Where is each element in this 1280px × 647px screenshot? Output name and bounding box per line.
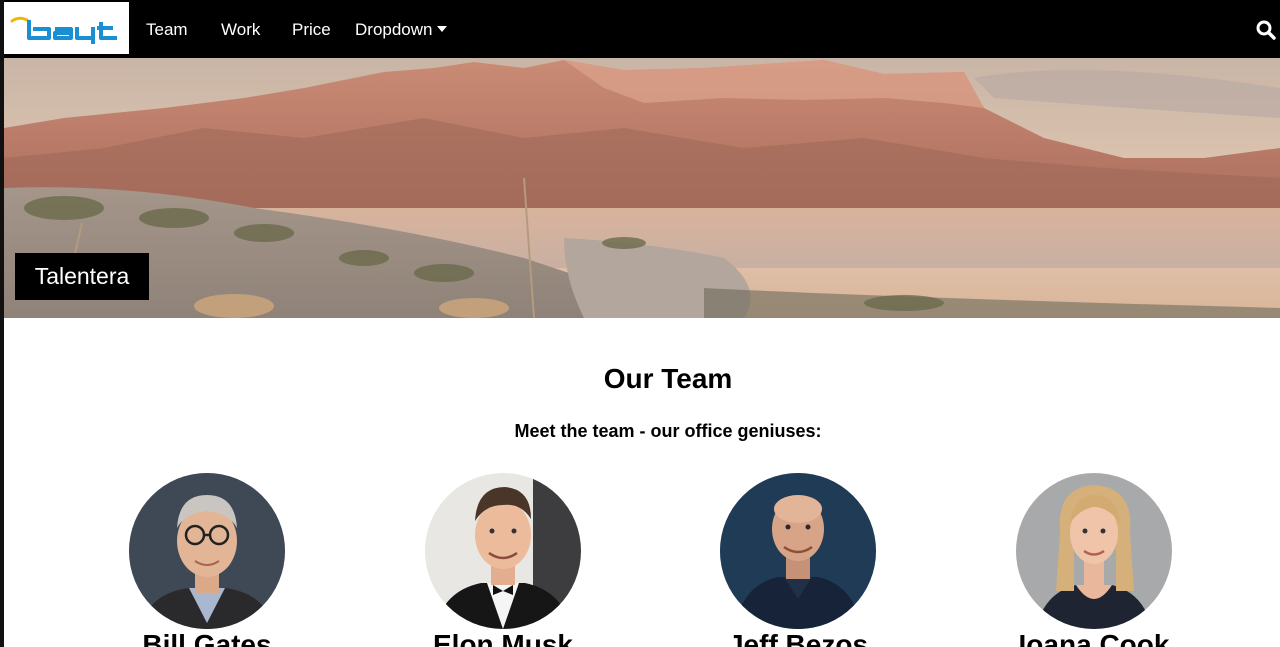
team-member-card: Ioana Cook xyxy=(1014,473,1174,647)
team-member-card: Elon Musk xyxy=(423,473,583,647)
member-name: Bill Gates xyxy=(142,629,272,647)
nav-team-link[interactable]: Team xyxy=(146,19,188,41)
nav-price-link[interactable]: Price xyxy=(292,19,331,41)
team-heading: Our Team xyxy=(603,363,733,394)
avatar xyxy=(720,473,876,629)
team-subheading: Meet the team - our office geniuses: xyxy=(514,421,822,441)
member-name: Jeff Bezos xyxy=(727,629,869,647)
window-edge xyxy=(0,0,4,647)
avatar xyxy=(129,473,285,629)
member-name: Elon Musk xyxy=(432,629,573,647)
desert-landscape-image xyxy=(4,58,1280,318)
hero-caption: Talentera xyxy=(15,253,149,300)
nav-dropdown-button[interactable]: Dropdown xyxy=(355,19,447,41)
team-member-card: Bill Gates xyxy=(127,473,287,647)
top-navbar: Team Work Price Dropdown xyxy=(0,0,1280,58)
avatar xyxy=(425,473,581,629)
page: Team Work Price Dropdown Talentera Our T… xyxy=(0,0,1280,647)
caret-down-icon xyxy=(436,26,447,32)
hero-banner xyxy=(4,58,1280,318)
team-member-card: Jeff Bezos xyxy=(718,473,878,647)
nav-work-link[interactable]: Work xyxy=(221,19,260,41)
nav-dropdown-label: Dropdown xyxy=(355,20,433,39)
bayt-logo-graphic xyxy=(10,16,117,44)
avatar xyxy=(1016,473,1172,629)
search-icon[interactable] xyxy=(1256,20,1276,40)
bayt-logo[interactable] xyxy=(4,2,129,54)
member-name: Ioana Cook xyxy=(1018,629,1170,647)
